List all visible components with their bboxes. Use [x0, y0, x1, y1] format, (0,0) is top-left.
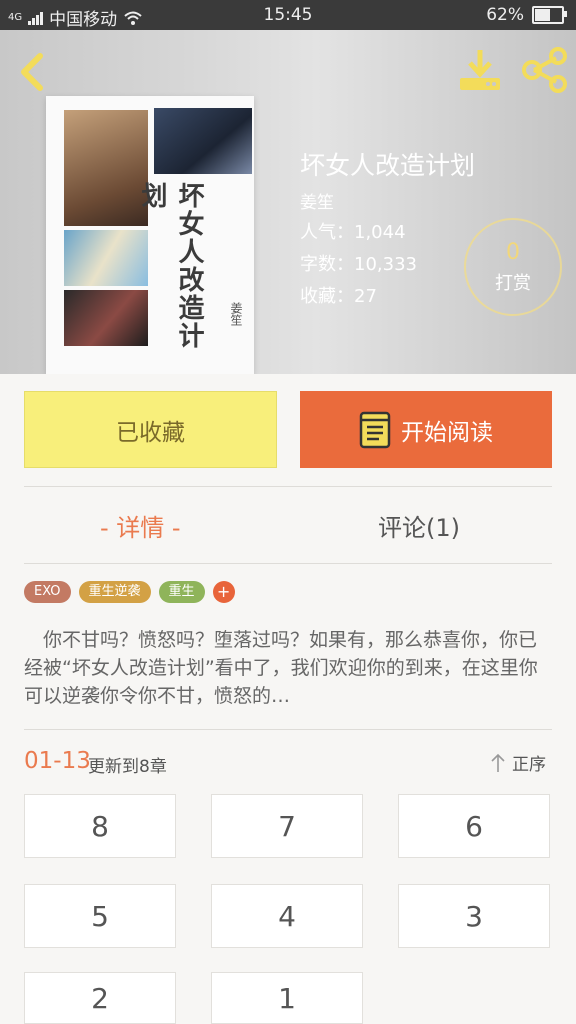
chapter-button[interactable]: 4: [211, 884, 363, 948]
tag-chip[interactable]: 重生逆袭: [78, 581, 151, 603]
battery-icon: [532, 6, 567, 24]
divider: [24, 486, 552, 487]
tag-list: EXO 重生逆袭 重生 +: [24, 581, 235, 603]
back-arrow-icon[interactable]: [12, 50, 52, 94]
cover-photo: [154, 108, 252, 174]
sort-label: 正序: [512, 755, 546, 775]
chapter-button[interactable]: 2: [24, 972, 176, 1024]
chapter-button[interactable]: 3: [398, 884, 550, 948]
book-icon: [359, 411, 391, 448]
favorites-stat: 收藏：27: [300, 286, 377, 307]
tip-button[interactable]: 0 打赏: [464, 218, 562, 316]
divider: [24, 729, 552, 730]
start-reading-button[interactable]: 开始阅读: [300, 391, 552, 468]
cover-photo: [64, 230, 148, 286]
cover-title: 坏女人改造计划: [137, 182, 204, 350]
start-reading-label: 开始阅读: [401, 419, 493, 446]
chapter-button[interactable]: 8: [24, 794, 176, 858]
download-icon[interactable]: [456, 46, 504, 94]
battery-percent: 62%: [486, 5, 524, 25]
status-bar: 4G 中国移动 15:45 62%: [0, 0, 576, 30]
book-description[interactable]: 你不甘吗？愤怒吗？堕落过吗？如果有，那么恭喜你，你已经被“坏女人改造计划”看中了…: [24, 626, 552, 710]
chapter-button[interactable]: 5: [24, 884, 176, 948]
chapter-button[interactable]: 7: [211, 794, 363, 858]
battery-group: 62%: [486, 5, 567, 25]
add-tag-button[interactable]: +: [212, 581, 235, 603]
update-text: 更新到8章: [88, 757, 167, 777]
cover-author: 姜笙: [229, 302, 243, 326]
sort-toggle[interactable]: 正序: [490, 750, 546, 775]
chapter-button[interactable]: 1: [211, 972, 363, 1024]
book-author[interactable]: 姜笙: [300, 188, 334, 213]
popularity-stat: 人气：1,044: [300, 222, 406, 243]
update-date: 01-13: [24, 748, 91, 774]
tip-count: 0: [506, 240, 520, 265]
book-title: 坏女人改造计划: [300, 151, 476, 180]
tag-chip[interactable]: EXO: [24, 581, 71, 603]
favorited-label: 已收藏: [116, 419, 185, 446]
tip-label: 打赏: [495, 273, 531, 294]
tag-chip[interactable]: 重生: [158, 581, 205, 603]
favorited-button[interactable]: 已收藏: [24, 391, 277, 468]
word-count-stat: 字数：10,333: [300, 254, 417, 275]
tab-comments[interactable]: 评论(1): [378, 508, 460, 543]
tab-detail[interactable]: - 详情 -: [100, 508, 181, 543]
battery-fill: [535, 9, 550, 21]
book-cover[interactable]: 坏女人改造计划 姜笙: [46, 96, 254, 374]
book-header: 坏女人改造计划 姜笙 坏女人改造计划 姜笙 人气：1,044 字数：10,333…: [0, 30, 576, 374]
arrow-up-icon: [491, 753, 505, 772]
chapter-button[interactable]: 6: [398, 794, 550, 858]
cover-photo: [64, 290, 148, 346]
share-icon[interactable]: [520, 46, 570, 94]
divider: [24, 563, 552, 564]
